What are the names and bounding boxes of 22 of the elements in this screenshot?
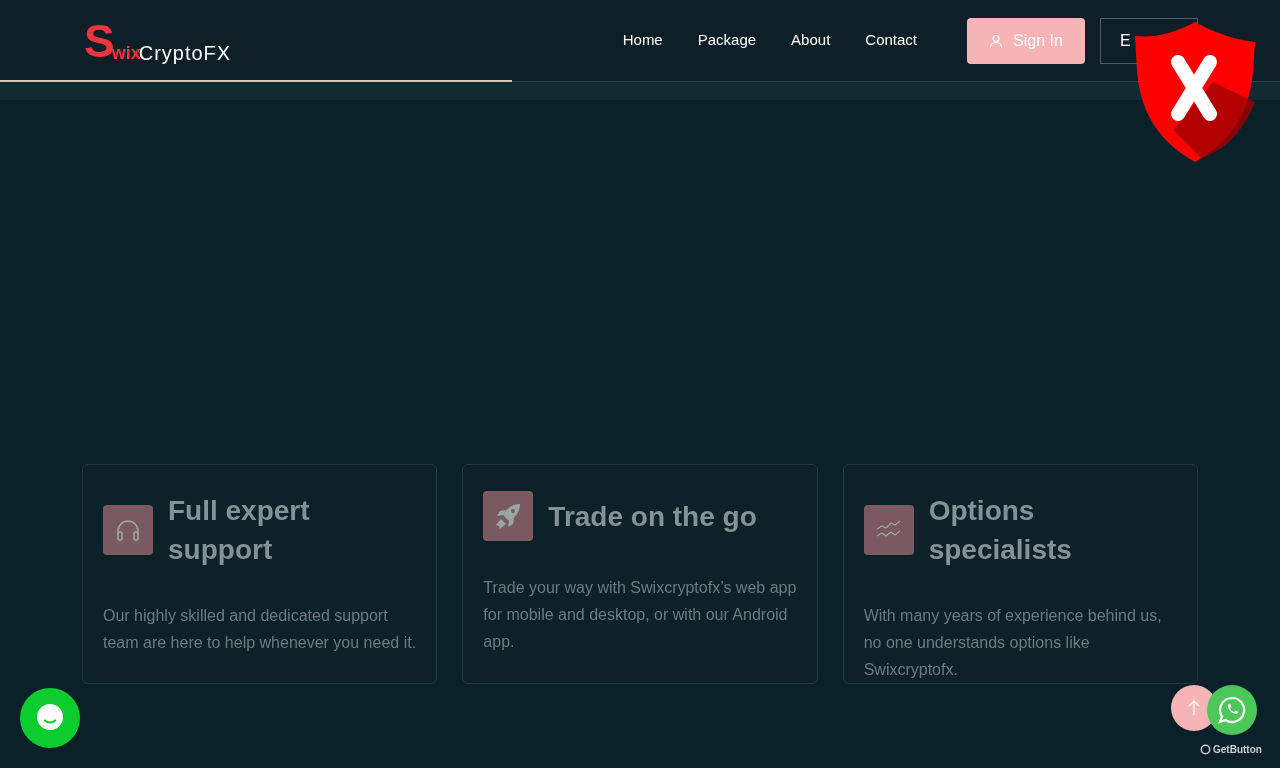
whatsapp-button[interactable] xyxy=(1207,685,1257,735)
arrow-up-icon xyxy=(1188,700,1200,716)
user-icon xyxy=(989,33,1004,48)
nav-link[interactable]: Home xyxy=(622,29,663,52)
brand-link[interactable]: GetButton xyxy=(1213,742,1262,757)
feature-title: Options specialists xyxy=(928,494,1073,567)
nav-link[interactable]: Contact xyxy=(865,29,917,52)
headphones-icon xyxy=(115,518,141,542)
feature-description: With many years of experience behind us, no one understands options like Swixcryptofx. xyxy=(863,606,1163,680)
feature-description: Trade your way with Swixcryptofx’s web app for mobile and desktop, or with our Android app. xyxy=(483,578,797,652)
chat-button[interactable] xyxy=(20,688,80,748)
chat-bubble-icon xyxy=(35,703,65,733)
logo-text[interactable]: CryptoFX xyxy=(138,42,232,63)
feature-title: Full expert support xyxy=(168,494,311,567)
nav-link[interactable]: Package xyxy=(697,29,757,52)
logo-mark[interactable]: S xyxy=(84,18,112,63)
logo-mark[interactable]: wix xyxy=(111,42,141,63)
phone-bubble-icon xyxy=(1218,696,1246,724)
getbutton-icon xyxy=(1200,744,1211,755)
feature-title: Trade on the go xyxy=(548,499,757,534)
feature-description: Our highly skilled and dedicated support team are here to help whenever you need it. xyxy=(103,606,417,653)
nav-link[interactable]: About xyxy=(791,29,831,52)
